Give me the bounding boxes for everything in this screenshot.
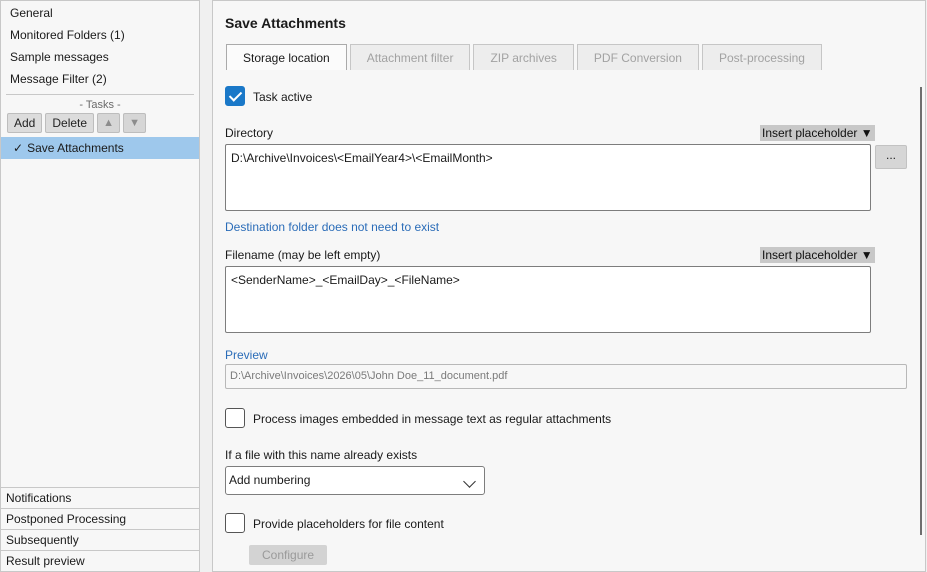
directory-field[interactable]: D:\Archive\Invoices\<EmailYear4>\<EmailM… xyxy=(225,144,871,211)
file-exists-select[interactable]: Add numbering xyxy=(225,466,485,495)
nav-item-monitored-folders[interactable]: Monitored Folders (1) xyxy=(1,24,199,46)
chevron-down-icon xyxy=(463,475,476,488)
task-item-save-attachments[interactable]: ✓ Save Attachments xyxy=(1,137,199,159)
tab-pdf-conversion[interactable]: PDF Conversion xyxy=(576,44,699,70)
task-active-checkbox[interactable] xyxy=(225,86,245,106)
nav-item-result-preview[interactable]: Result preview xyxy=(1,550,199,571)
task-active-label: Task active xyxy=(253,90,313,104)
delete-task-button[interactable]: Delete xyxy=(45,113,95,133)
preview-field: D:\Archive\Invoices\2026\05\John Doe_11_… xyxy=(225,364,907,389)
directory-insert-placeholder-button[interactable]: Insert placeholder ▼ xyxy=(760,125,875,141)
tab-bar: Storage location Attachment filter ZIP a… xyxy=(226,44,825,70)
nav-item-sample-messages[interactable]: Sample messages xyxy=(1,46,199,68)
checkmark-icon: ✓ xyxy=(13,141,24,155)
move-up-icon[interactable]: ▲ xyxy=(97,113,121,133)
nav-item-postponed-processing[interactable]: Postponed Processing xyxy=(1,508,199,529)
configure-button[interactable]: Configure xyxy=(249,545,328,565)
task-item-label: Save Attachments xyxy=(27,141,124,155)
task-toolbar: Add Delete ▲ ▼ xyxy=(1,113,199,134)
placeholders-content-label: Provide placeholders for file content xyxy=(253,517,444,531)
file-exists-value: Add numbering xyxy=(229,473,311,487)
bottom-nav: Notifications Postponed Processing Subse… xyxy=(1,487,199,571)
filename-label: Filename (may be left empty) xyxy=(225,248,381,262)
move-down-icon[interactable]: ▼ xyxy=(123,113,147,133)
tasks-header: - Tasks - xyxy=(6,94,194,112)
file-exists-label: If a file with this name already exists xyxy=(225,448,418,462)
tab-post-processing[interactable]: Post-processing xyxy=(701,44,822,70)
placeholders-content-checkbox[interactable] xyxy=(225,513,245,533)
filename-field[interactable]: <SenderName>_<EmailDay>_<FileName> xyxy=(225,266,871,333)
nav-item-message-filter[interactable]: Message Filter (2) xyxy=(1,68,199,90)
configure-clip: Configure xyxy=(249,545,339,571)
tab-attachment-filter[interactable]: Attachment filter xyxy=(349,44,471,70)
scrollbar[interactable] xyxy=(920,87,922,535)
embedded-images-checkbox[interactable] xyxy=(225,408,245,428)
add-task-button[interactable]: Add xyxy=(7,113,43,133)
filename-insert-placeholder-button[interactable]: Insert placeholder ▼ xyxy=(760,247,875,263)
sidebar: General Monitored Folders (1) Sample mes… xyxy=(0,0,200,572)
tab-storage-location[interactable]: Storage location xyxy=(226,44,347,70)
preview-label: Preview xyxy=(225,348,268,362)
tab-zip-archives[interactable]: ZIP archives xyxy=(473,44,574,70)
browse-button[interactable]: ... xyxy=(875,145,907,169)
destination-hint: Destination folder does not need to exis… xyxy=(225,220,440,234)
nav-item-notifications[interactable]: Notifications xyxy=(1,487,199,508)
nav-item-subsequently[interactable]: Subsequently xyxy=(1,529,199,550)
main-panel: Save Attachments Storage location Attach… xyxy=(212,0,926,572)
nav-item-general[interactable]: General xyxy=(1,2,199,24)
page-title: Save Attachments xyxy=(225,15,346,31)
embedded-images-label: Process images embedded in message text … xyxy=(253,412,612,426)
directory-label: Directory xyxy=(225,126,274,140)
